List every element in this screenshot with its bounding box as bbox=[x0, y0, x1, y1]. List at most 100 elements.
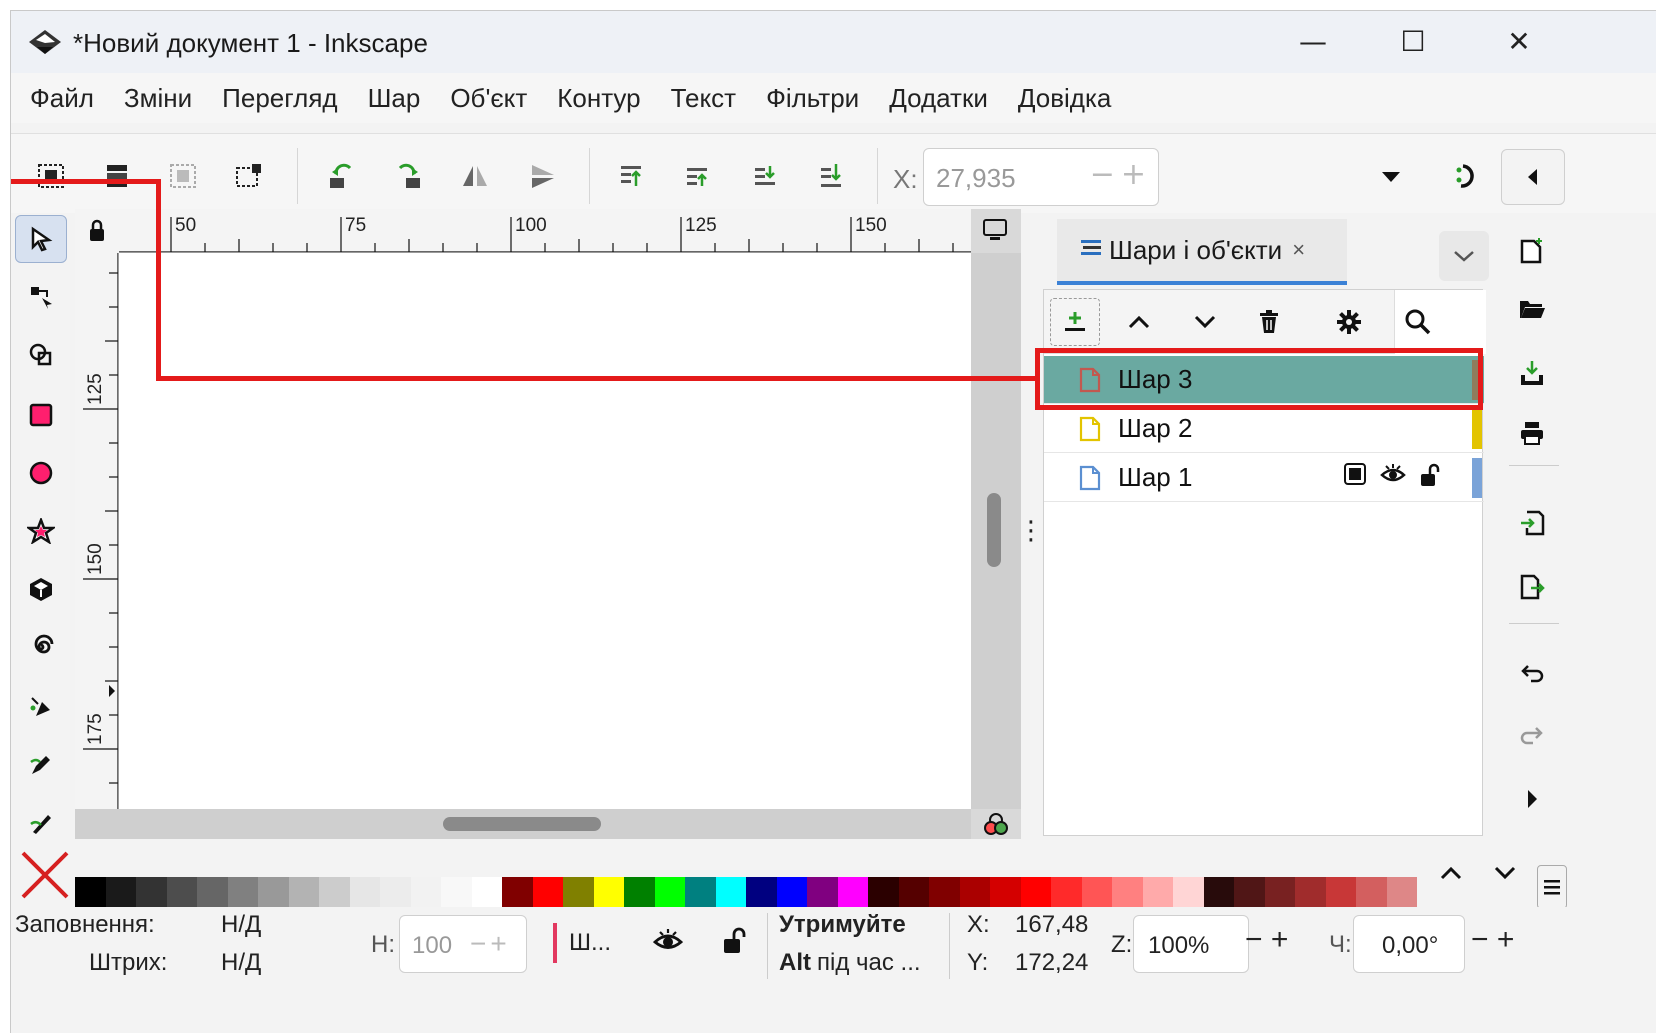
print-icon[interactable] bbox=[1509, 413, 1555, 453]
x-coordinate-stepper[interactable]: −+ bbox=[1090, 157, 1152, 192]
calligraphy-tool-icon[interactable] bbox=[15, 799, 67, 847]
color-swatch[interactable] bbox=[685, 877, 716, 907]
x-coordinate-field[interactable]: 27,935 −+ bbox=[923, 148, 1159, 206]
color-swatch[interactable] bbox=[1112, 877, 1143, 907]
vertical-scrollbar[interactable] bbox=[971, 253, 1021, 809]
dock-resize-handle[interactable]: ⋮ bbox=[1018, 516, 1044, 546]
overflow-dropdown-icon[interactable] bbox=[1371, 158, 1411, 194]
opacity-stepper[interactable]: −+ bbox=[470, 928, 511, 960]
color-swatch[interactable] bbox=[593, 877, 624, 907]
color-swatch[interactable] bbox=[1264, 877, 1295, 907]
layer-name[interactable]: Шар 1 bbox=[1118, 462, 1192, 493]
close-window-button[interactable]: ✕ bbox=[1489, 21, 1549, 61]
color-swatch[interactable] bbox=[75, 877, 106, 907]
color-swatch[interactable] bbox=[837, 877, 868, 907]
import-icon[interactable] bbox=[1509, 503, 1555, 543]
horizontal-scroll-thumb[interactable] bbox=[443, 817, 601, 831]
opacity-value[interactable]: 100 bbox=[412, 932, 452, 960]
layer-color-tag[interactable] bbox=[1472, 458, 1482, 498]
no-paint-swatch[interactable] bbox=[19, 849, 71, 901]
select-all-layers-icon[interactable] bbox=[97, 158, 137, 194]
display-mode-icon[interactable] bbox=[979, 215, 1011, 245]
color-swatch[interactable] bbox=[380, 877, 411, 907]
color-swatch[interactable] bbox=[319, 877, 350, 907]
layer-visibility-eye-icon[interactable] bbox=[652, 927, 684, 957]
color-swatch[interactable] bbox=[227, 877, 258, 907]
lower-to-bottom-icon[interactable] bbox=[811, 158, 851, 194]
color-swatch[interactable] bbox=[746, 877, 777, 907]
menu-help[interactable]: Довідка bbox=[1003, 83, 1127, 114]
move-down-button[interactable] bbox=[1180, 298, 1230, 346]
menu-layer[interactable]: Шар bbox=[353, 83, 436, 114]
color-swatch[interactable] bbox=[563, 877, 594, 907]
document-page[interactable] bbox=[119, 253, 971, 809]
panel-settings-button[interactable] bbox=[1324, 298, 1374, 346]
raise-icon[interactable] bbox=[677, 158, 717, 194]
color-swatch[interactable] bbox=[1203, 877, 1234, 907]
layer-lock-icon[interactable] bbox=[723, 927, 749, 959]
layer-name[interactable]: Шар 2 bbox=[1118, 413, 1192, 444]
pen-tool-icon[interactable] bbox=[15, 683, 67, 731]
vertical-scroll-thumb[interactable] bbox=[987, 493, 1001, 567]
color-swatch[interactable] bbox=[929, 877, 960, 907]
x-coordinate-value[interactable]: 27,935 bbox=[936, 163, 1016, 194]
flip-horizontal-icon[interactable] bbox=[455, 158, 495, 194]
color-swatch[interactable] bbox=[1051, 877, 1082, 907]
color-swatch[interactable] bbox=[1234, 877, 1265, 907]
color-swatch[interactable] bbox=[1142, 877, 1173, 907]
export-icon[interactable] bbox=[1509, 567, 1555, 607]
color-swatch[interactable] bbox=[1020, 877, 1051, 907]
selector-tool-icon[interactable] bbox=[15, 215, 67, 263]
maximize-button[interactable]: ☐ bbox=[1383, 21, 1443, 61]
select-all-icon[interactable] bbox=[31, 158, 71, 194]
palette-scroll-down-icon[interactable] bbox=[1493, 859, 1517, 887]
menu-path[interactable]: Контур bbox=[542, 83, 655, 114]
layer-row-1[interactable]: Шар 1 bbox=[1044, 454, 1484, 502]
opacity-field[interactable]: 100 −+ bbox=[399, 915, 527, 973]
color-swatch[interactable] bbox=[1356, 877, 1387, 907]
color-swatch[interactable] bbox=[868, 877, 899, 907]
star-tool-icon[interactable] bbox=[15, 507, 67, 555]
color-swatch[interactable] bbox=[136, 877, 167, 907]
add-layer-button[interactable] bbox=[1050, 298, 1100, 346]
new-document-icon[interactable] bbox=[1509, 231, 1555, 271]
eye-icon[interactable] bbox=[1380, 463, 1406, 493]
layer-mask-icon[interactable] bbox=[1344, 462, 1366, 493]
color-swatch[interactable] bbox=[502, 877, 533, 907]
color-swatch[interactable] bbox=[990, 877, 1021, 907]
color-swatch[interactable] bbox=[288, 877, 319, 907]
stroke-value[interactable]: Н/Д bbox=[221, 949, 261, 977]
color-swatch[interactable] bbox=[715, 877, 746, 907]
color-swatch[interactable] bbox=[258, 877, 289, 907]
touch-select-icon[interactable] bbox=[229, 158, 269, 194]
search-button[interactable] bbox=[1394, 290, 1486, 354]
color-swatch[interactable] bbox=[624, 877, 655, 907]
zoom-field[interactable]: 100% bbox=[1133, 915, 1249, 973]
horizontal-ruler[interactable]: 50 75 100 125 150 bbox=[119, 209, 971, 253]
shape-builder-tool-icon[interactable] bbox=[15, 331, 67, 379]
vertical-ruler[interactable]: 125 150 175 bbox=[75, 253, 119, 809]
color-swatch[interactable] bbox=[1325, 877, 1356, 907]
palette-scroll-up-icon[interactable] bbox=[1439, 859, 1463, 887]
deselect-icon[interactable] bbox=[163, 158, 203, 194]
redo-icon[interactable] bbox=[1509, 715, 1555, 755]
move-up-button[interactable] bbox=[1114, 298, 1164, 346]
node-tool-icon[interactable] bbox=[15, 273, 67, 321]
color-swatch[interactable] bbox=[807, 877, 838, 907]
menu-view[interactable]: Перегляд bbox=[207, 83, 352, 114]
pencil-tool-icon[interactable] bbox=[15, 741, 67, 789]
menu-text[interactable]: Текст bbox=[656, 83, 751, 114]
color-swatch[interactable] bbox=[410, 877, 441, 907]
spiral-tool-icon[interactable] bbox=[15, 623, 67, 671]
ellipse-tool-icon[interactable] bbox=[15, 449, 67, 497]
color-swatch[interactable] bbox=[1386, 877, 1417, 907]
rectangle-tool-icon[interactable] bbox=[15, 391, 67, 439]
snap-toggle-icon[interactable] bbox=[1447, 158, 1487, 194]
rotation-field[interactable]: 0,00° bbox=[1353, 915, 1465, 973]
color-swatch[interactable] bbox=[197, 877, 228, 907]
menu-file[interactable]: Файл bbox=[15, 83, 109, 114]
color-swatch[interactable] bbox=[532, 877, 563, 907]
rotation-value[interactable]: 0,00° bbox=[1382, 932, 1438, 960]
color-swatch[interactable] bbox=[166, 877, 197, 907]
color-swatch[interactable] bbox=[959, 877, 990, 907]
